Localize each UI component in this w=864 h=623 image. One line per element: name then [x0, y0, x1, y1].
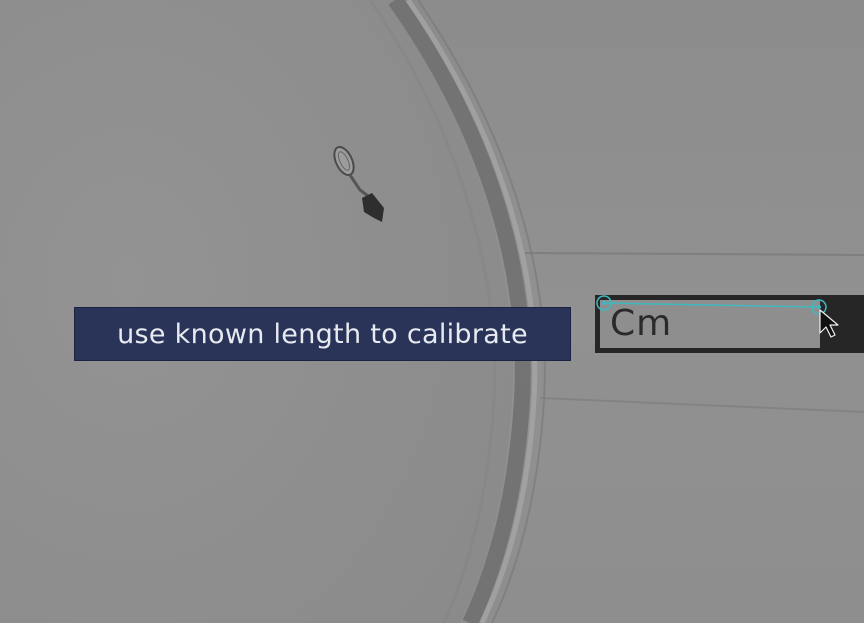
paper-line-bottom	[539, 397, 864, 413]
calibration-tooltip: use known length to calibrate	[74, 307, 571, 361]
paper-line-top	[524, 252, 864, 256]
image-canvas[interactable]: Cm use known length to calibrate	[0, 0, 864, 623]
scale-unit-label: Cm	[610, 303, 673, 344]
